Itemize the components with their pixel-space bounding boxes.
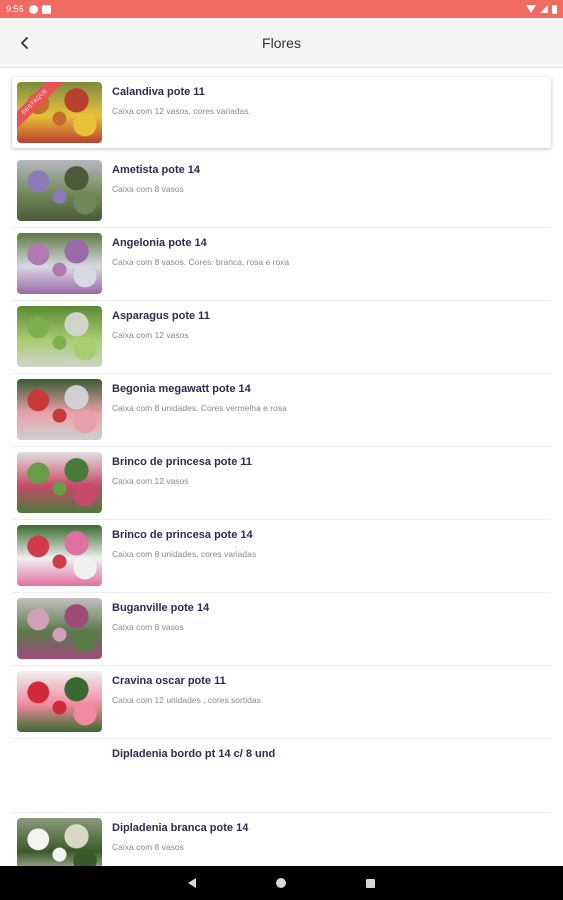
product-name: Angelonia pote 14 bbox=[112, 237, 207, 249]
product-name: Begonia megawatt pote 14 bbox=[112, 383, 251, 395]
system-nav-bar bbox=[0, 866, 563, 900]
nav-home-icon[interactable] bbox=[276, 878, 286, 888]
product-thumbnail bbox=[17, 452, 102, 513]
product-name: Buganville pote 14 bbox=[112, 602, 210, 614]
product-thumbnail bbox=[17, 671, 102, 732]
product-description: Caixa com 8 unidades, cores variadas bbox=[112, 549, 257, 559]
page-title: Flores bbox=[262, 34, 301, 51]
product-info: Asparagus pote 11 Caixa com 12 vasos bbox=[112, 301, 210, 340]
app-bar: Flores bbox=[0, 18, 563, 68]
status-bar: 9:56 bbox=[0, 0, 563, 18]
product-info: Cravina oscar pote 11 Caixa com 12 unidad… bbox=[112, 666, 261, 705]
battery-icon bbox=[552, 4, 557, 14]
product-description: Caixa com 8 vasos bbox=[112, 622, 184, 632]
product-list-item[interactable]: Cravina oscar pote 11 Caixa com 12 unidad… bbox=[12, 666, 551, 739]
product-name: Calandiva pote 11 bbox=[112, 86, 205, 98]
product-info: Calandiva pote 11 Caixa com 12 vasos, cor… bbox=[112, 77, 251, 116]
product-thumbnail bbox=[17, 306, 102, 367]
product-info: Brinco de princesa pote 14 Caixa com 8 un… bbox=[112, 520, 256, 559]
product-name: Dipladenia branca pote 14 bbox=[112, 822, 249, 834]
nav-recent-apps-icon[interactable] bbox=[366, 878, 375, 888]
app-notification-icon bbox=[41, 4, 51, 14]
product-info: Angelonia pote 14 Caixa com 8 vasos. Core… bbox=[112, 228, 289, 267]
product-description: Caixa com 8 vasos bbox=[112, 842, 184, 852]
product-list-item[interactable]: Brinco de princesa pote 14 Caixa com 8 un… bbox=[12, 520, 551, 593]
status-time: 9:56 bbox=[6, 4, 24, 14]
notification-icon bbox=[28, 4, 38, 14]
back-button[interactable] bbox=[10, 28, 40, 58]
product-thumbnail bbox=[17, 233, 102, 294]
product-description: Caixa com 8 unidades. Cores vermelha e r… bbox=[112, 403, 287, 413]
product-name: Asparagus pote 11 bbox=[112, 310, 210, 322]
product-description: Caixa com 12 vasos, cores variadas. bbox=[112, 106, 251, 116]
product-list-item[interactable]: Dipladenia bordo pt 14 c/ 8 und bbox=[12, 739, 551, 813]
product-name: Dipladenia bordo pt 14 c/ 8 und bbox=[112, 748, 276, 760]
product-list-item[interactable]: DESTAQUE Calandiva pote 11 Caixa com 12 va… bbox=[12, 77, 551, 148]
featured-ribbon: DESTAQUE bbox=[17, 82, 68, 135]
product-thumbnail bbox=[17, 818, 102, 866]
screen: 9:56 Flores DESTAQUE Calandiva pote 11 Cai… bbox=[0, 0, 563, 900]
product-list-item[interactable]: Begonia megawatt pote 14 Caixa com 8 unid… bbox=[12, 374, 551, 447]
product-thumbnail bbox=[17, 598, 102, 659]
product-list[interactable]: DESTAQUE Calandiva pote 11 Caixa com 12 va… bbox=[0, 68, 563, 866]
product-info: Dipladenia branca pote 14 Caixa com 8 vas… bbox=[112, 813, 248, 852]
product-info: Buganville pote 14 Caixa com 8 vasos bbox=[112, 593, 209, 632]
product-list-item[interactable]: Ametista pote 14 Caixa com 8 vasos bbox=[12, 155, 551, 228]
product-thumbnail bbox=[17, 160, 102, 221]
product-info: Brinco de princesa pote 11 Caixa com 12 v… bbox=[112, 447, 252, 486]
signal-icon bbox=[540, 5, 548, 13]
nav-back-icon[interactable] bbox=[188, 878, 196, 888]
back-arrow-icon bbox=[21, 37, 28, 49]
product-name: Brinco de princesa pote 11 bbox=[112, 456, 252, 468]
product-description: Caixa com 8 vasos bbox=[112, 184, 184, 194]
product-info: Ametista pote 14 Caixa com 8 vasos bbox=[112, 155, 200, 194]
product-thumbnail bbox=[17, 379, 102, 440]
product-thumbnail bbox=[17, 744, 102, 805]
product-list-item[interactable]: Dipladenia branca pote 14 Caixa com 8 vas… bbox=[12, 813, 551, 866]
product-info: Dipladenia bordo pt 14 c/ 8 und bbox=[112, 739, 275, 768]
product-name: Cravina oscar pote 11 bbox=[112, 675, 226, 687]
product-name: Brinco de princesa pote 14 bbox=[112, 529, 253, 541]
product-name: Ametista pote 14 bbox=[112, 164, 201, 176]
product-thumbnail bbox=[17, 525, 102, 586]
product-thumbnail: DESTAQUE bbox=[17, 82, 102, 143]
product-description: Caixa com 12 vasos bbox=[112, 330, 189, 340]
product-list-item[interactable]: Asparagus pote 11 Caixa com 12 vasos bbox=[12, 301, 551, 374]
product-description: Caixa com 8 vasos. Cores: branca, rosa e… bbox=[112, 257, 290, 267]
product-info: Begonia megawatt pote 14 Caixa com 8 unid… bbox=[112, 374, 287, 413]
product-description: Caixa com 12 vasos bbox=[112, 476, 189, 486]
product-description: Caixa com 12 unidades , cores sortidas bbox=[112, 695, 261, 705]
product-list-item[interactable]: Buganville pote 14 Caixa com 8 vasos bbox=[12, 593, 551, 666]
product-list-item[interactable]: Brinco de princesa pote 11 Caixa com 12 v… bbox=[12, 447, 551, 520]
product-list-item[interactable]: Angelonia pote 14 Caixa com 8 vasos. Core… bbox=[12, 228, 551, 301]
wifi-icon bbox=[526, 5, 536, 13]
